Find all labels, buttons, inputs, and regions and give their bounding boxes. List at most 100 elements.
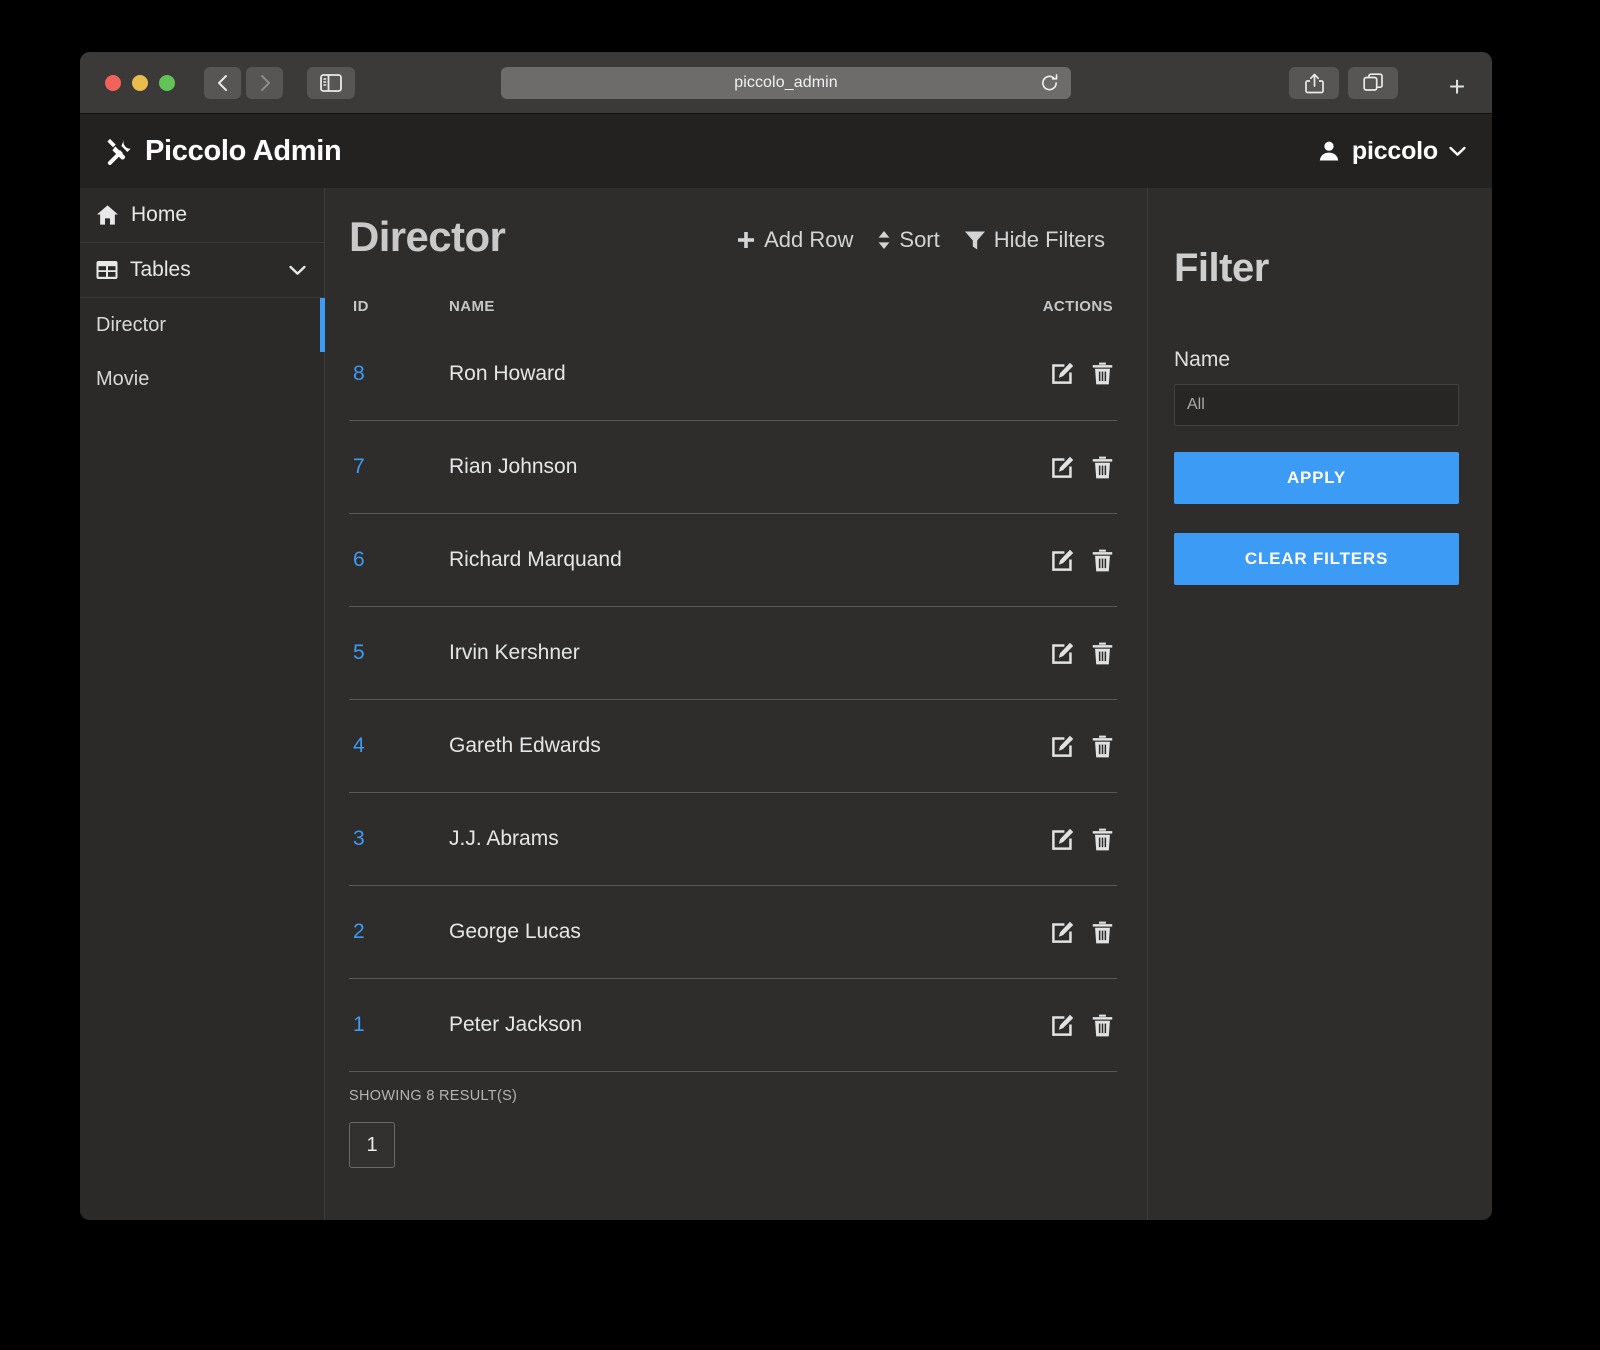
table-header-row: ID NAME ACTIONS <box>349 298 1117 327</box>
trash-icon <box>1092 549 1113 571</box>
edit-row-button[interactable] <box>1051 642 1074 665</box>
delete-row-button[interactable] <box>1092 1014 1113 1037</box>
sort-button[interactable]: Sort <box>877 227 940 253</box>
sidebar-toggle-icon <box>320 73 342 92</box>
maximize-window-button[interactable] <box>159 74 175 91</box>
forward-button[interactable] <box>246 66 283 99</box>
edit-icon <box>1052 362 1074 384</box>
table-row[interactable]: 5 Irvin Kershner <box>349 606 1117 699</box>
column-header-id: ID <box>353 298 369 315</box>
results-count: SHOWING 8 RESULT(S) <box>349 1088 518 1104</box>
main-header: Director Add Row Sort Hide Filters <box>349 216 1117 258</box>
app-header: Piccolo Admin piccolo <box>80 114 1492 188</box>
edit-row-button[interactable] <box>1051 549 1074 572</box>
table-row[interactable]: 7 Rian Johnson <box>349 420 1117 513</box>
delete-row-button[interactable] <box>1092 828 1113 851</box>
delete-row-button[interactable] <box>1092 735 1113 758</box>
home-icon <box>96 205 119 225</box>
edit-row-button[interactable] <box>1051 362 1074 385</box>
page-button-1[interactable]: 1 <box>349 1122 395 1168</box>
table-row[interactable]: 2 George Lucas <box>349 885 1117 978</box>
user-name: piccolo <box>1351 136 1438 165</box>
new-tab-button[interactable]: + <box>1442 70 1472 104</box>
brand[interactable]: Piccolo Admin <box>104 134 342 168</box>
tabs-icon <box>1362 73 1383 91</box>
main-content: Director Add Row Sort Hide Filters ID NA… <box>325 188 1147 1220</box>
clear-filters-button[interactable]: CLEAR FILTERS <box>1174 533 1459 585</box>
edit-row-button[interactable] <box>1051 828 1074 851</box>
table-row[interactable]: 4 Gareth Edwards <box>349 699 1117 792</box>
trash-icon <box>1092 1014 1113 1036</box>
table-icon <box>96 261 118 279</box>
apply-filters-button[interactable]: APPLY <box>1174 452 1459 504</box>
sidebar-item-home[interactable]: Home <box>80 188 324 242</box>
browser-chrome: piccolo_admin + <box>80 52 1492 114</box>
edit-row-button[interactable] <box>1051 735 1074 758</box>
filter-name-input[interactable] <box>1174 384 1459 426</box>
reload-icon <box>1042 74 1058 91</box>
share-button[interactable] <box>1289 67 1339 99</box>
filter-title: Filter <box>1174 246 1269 290</box>
table-body: 8 Ron Howard 7 Rian Johnson 6 Richard Ma… <box>349 327 1117 1071</box>
app-body: Home Tables Director Movie Director Add … <box>80 188 1492 1220</box>
reload-button[interactable] <box>1040 74 1059 93</box>
row-id-link[interactable]: 4 <box>353 734 449 758</box>
delete-row-button[interactable] <box>1092 921 1113 944</box>
chevron-down-icon <box>289 265 306 275</box>
trash-icon <box>1092 642 1113 664</box>
row-id-link[interactable]: 5 <box>353 641 449 665</box>
sidebar-item-label: Tables <box>130 258 191 281</box>
edit-icon <box>1052 1014 1074 1036</box>
delete-row-button[interactable] <box>1092 456 1113 479</box>
row-name: J.J. Abrams <box>449 827 559 850</box>
row-id-link[interactable]: 1 <box>353 1013 449 1037</box>
column-header-name: NAME <box>449 298 495 315</box>
row-id-link[interactable]: 3 <box>353 827 449 851</box>
sidebar-item-tables[interactable]: Tables <box>80 243 324 297</box>
trash-icon <box>1092 735 1113 757</box>
edit-icon <box>1052 642 1074 664</box>
sidebar-item-movie[interactable]: Movie <box>80 352 324 406</box>
row-actions <box>993 549 1113 572</box>
url-text: piccolo_admin <box>734 74 838 91</box>
delete-row-button[interactable] <box>1092 642 1113 665</box>
trash-icon <box>1092 921 1113 943</box>
delete-row-button[interactable] <box>1092 362 1113 385</box>
close-window-button[interactable] <box>105 74 121 91</box>
row-id-link[interactable]: 2 <box>353 920 449 944</box>
person-icon <box>1319 141 1339 161</box>
tabs-overview-button[interactable] <box>1348 67 1398 99</box>
row-id-link[interactable]: 8 <box>353 362 449 386</box>
brand-label: Piccolo Admin <box>145 134 342 167</box>
edit-row-button[interactable] <box>1051 921 1074 944</box>
back-button[interactable] <box>204 66 241 99</box>
row-id-link[interactable]: 7 <box>353 455 449 479</box>
edit-row-button[interactable] <box>1051 456 1074 479</box>
sidebar-tables-chevron[interactable] <box>289 265 306 276</box>
row-name: Irvin Kershner <box>449 641 580 664</box>
address-bar[interactable]: piccolo_admin <box>501 67 1071 99</box>
row-actions <box>993 642 1113 665</box>
delete-row-button[interactable] <box>1092 549 1113 572</box>
add-row-label: Add Row <box>764 227 854 252</box>
row-id-link[interactable]: 6 <box>353 548 449 572</box>
funnel-icon <box>964 231 985 249</box>
tools-icon <box>107 138 131 165</box>
table-row[interactable]: 6 Richard Marquand <box>349 513 1117 606</box>
pagination: 1 <box>349 1122 1117 1168</box>
sidebar-item-director[interactable]: Director <box>80 298 325 352</box>
hide-filters-button[interactable]: Hide Filters <box>964 227 1105 253</box>
add-row-button[interactable]: Add Row <box>736 227 853 253</box>
table-row[interactable]: 8 Ron Howard <box>349 327 1117 420</box>
user-menu[interactable]: piccolo <box>1317 137 1466 166</box>
table-row[interactable]: 1 Peter Jackson <box>349 978 1117 1071</box>
sidebar-toggle-button[interactable] <box>307 66 355 99</box>
minimize-window-button[interactable] <box>132 74 148 91</box>
row-name: George Lucas <box>449 920 581 943</box>
edit-row-button[interactable] <box>1051 1014 1074 1037</box>
table-row[interactable]: 3 J.J. Abrams <box>349 792 1117 885</box>
filter-name-label: Name <box>1174 348 1231 371</box>
edit-icon <box>1052 549 1074 571</box>
row-actions <box>993 735 1113 758</box>
row-actions <box>993 921 1113 944</box>
